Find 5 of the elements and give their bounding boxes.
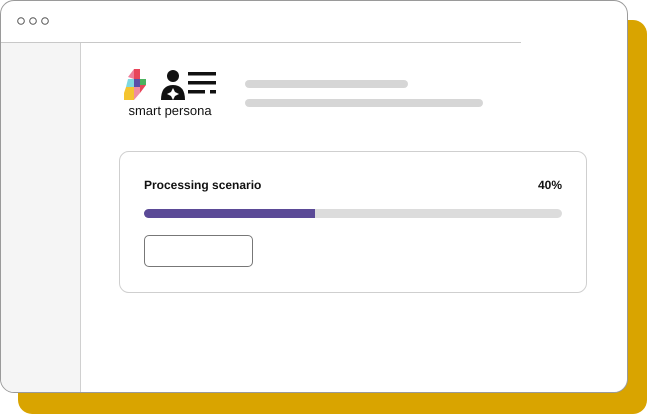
logo-icon: [124, 69, 216, 101]
brand-name: smart persona: [128, 103, 212, 118]
progress-percentage: 40%: [538, 178, 562, 192]
progress-label: Processing scenario: [144, 178, 262, 192]
empty-button[interactable]: [144, 235, 253, 267]
